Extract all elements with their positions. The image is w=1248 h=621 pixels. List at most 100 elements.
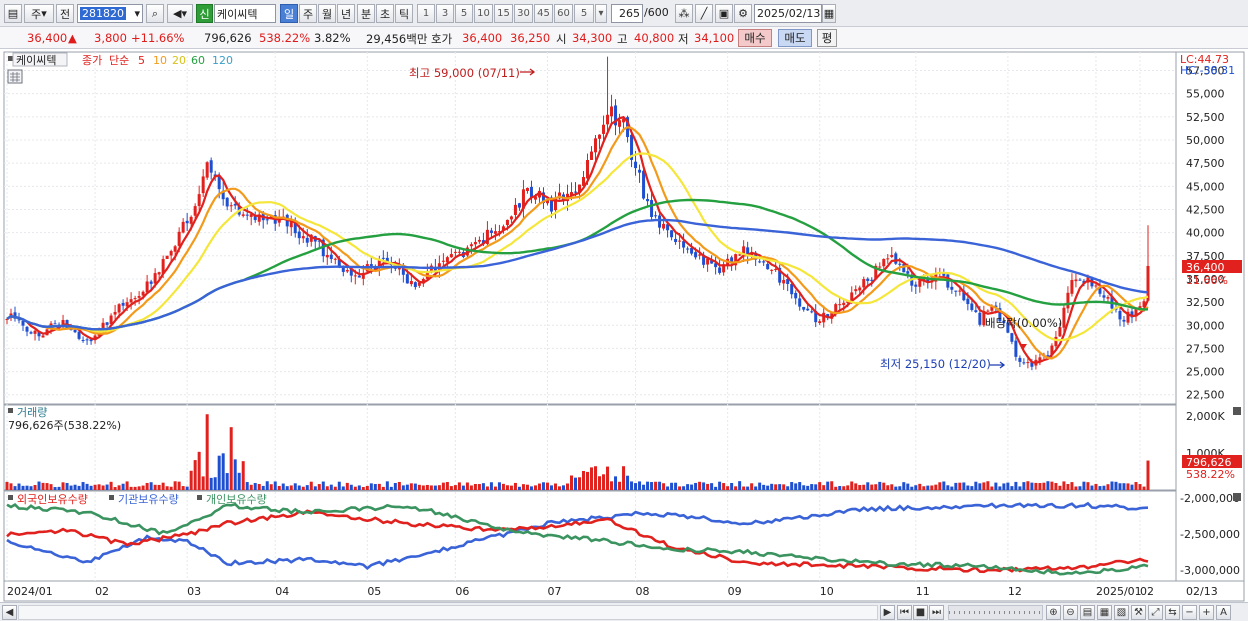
indicator-icon[interactable]: ⁂ xyxy=(675,4,693,23)
tab-tick[interactable]: 틱 xyxy=(395,4,413,23)
volume-bar xyxy=(634,483,638,490)
volume-bar xyxy=(938,482,942,490)
chevron-down-icon[interactable]: ▾ xyxy=(595,4,607,23)
volume-bar xyxy=(958,482,962,490)
expand-icon[interactable]: ⤢ xyxy=(1148,605,1163,620)
scroll-left-icon[interactable]: ◀ xyxy=(2,605,17,620)
volume-bar xyxy=(345,482,349,490)
stock-code-input[interactable]: 281820 ▾ xyxy=(77,4,143,23)
candle-body xyxy=(73,329,77,333)
compare-icon[interactable]: ⇆ xyxy=(1165,605,1180,620)
scroll-first-icon[interactable]: ⏮ xyxy=(897,605,912,620)
volume-bar xyxy=(986,481,990,490)
interval-15[interactable]: 15 xyxy=(494,4,513,23)
volume-bar xyxy=(1082,481,1086,490)
window-menu-icon[interactable]: ▤ xyxy=(4,4,22,23)
prev-button[interactable]: 전 xyxy=(56,4,74,23)
calendar-icon[interactable]: ▦ xyxy=(822,4,836,23)
draw-line-icon[interactable]: ╱ xyxy=(695,4,713,23)
sell-button[interactable]: 매도 xyxy=(778,29,812,47)
volume-bar xyxy=(962,482,966,490)
candle-body xyxy=(121,302,125,306)
volume-bar xyxy=(541,482,545,490)
volume-bar xyxy=(401,485,405,490)
candle-body xyxy=(598,134,602,139)
search-icon[interactable]: ⌕ xyxy=(146,4,164,23)
candle-body xyxy=(181,221,185,233)
legend-ma60: 60 xyxy=(191,54,205,67)
x-tick-label: 02 xyxy=(1140,585,1154,598)
volume-bar xyxy=(966,485,970,490)
volume-bar xyxy=(1058,485,1062,490)
volume-bar xyxy=(854,483,858,490)
scroll-right-icon[interactable]: ▶ xyxy=(880,605,895,620)
stock-name-field[interactable]: 케이씨텍 xyxy=(214,4,276,23)
candle-body xyxy=(1014,340,1018,357)
candle-body xyxy=(978,312,982,325)
speaker-icon[interactable]: ◀▾ xyxy=(167,4,193,23)
low-price: 34,100 xyxy=(694,31,735,45)
interval-5[interactable]: 5 xyxy=(455,4,473,23)
candle-body xyxy=(774,268,778,270)
volume-bar xyxy=(341,486,345,490)
volume-panel-close-icon[interactable] xyxy=(1233,407,1241,415)
volume-bar xyxy=(1002,483,1006,490)
volume-bar xyxy=(485,486,489,490)
chevron-down-icon[interactable]: ▾ xyxy=(134,7,142,20)
candle-body xyxy=(1010,333,1014,342)
interval-custom[interactable]: 5 xyxy=(574,4,594,23)
balance-button[interactable]: 평 xyxy=(817,29,837,47)
candle-body xyxy=(606,114,610,125)
bar-count-input[interactable]: 265 xyxy=(611,4,643,23)
legend-ma20: 20 xyxy=(172,54,186,67)
volume-bar xyxy=(181,486,185,490)
tile-icon[interactable]: ▧ xyxy=(1114,605,1129,620)
zoom-in-icon[interactable]: ⊕ xyxy=(1046,605,1061,620)
tool-icon[interactable]: ⚒ xyxy=(1131,605,1146,620)
stock-chart[interactable]: 22,50025,00027,50030,00032,50035,00037,5… xyxy=(0,50,1248,602)
volume-bar xyxy=(525,484,529,490)
volume-bar xyxy=(321,481,325,490)
holdings-panel-close-icon[interactable] xyxy=(1233,493,1241,501)
volume-bar xyxy=(373,484,377,490)
volume-bar xyxy=(830,481,834,490)
tab-weekly[interactable]: 주 xyxy=(299,4,317,23)
interval-45[interactable]: 45 xyxy=(534,4,553,23)
volume-bar xyxy=(930,485,934,490)
volume-bar xyxy=(642,484,646,490)
period-type-select[interactable]: 주 ▾ xyxy=(24,4,54,23)
interval-3[interactable]: 3 xyxy=(436,4,454,23)
grid-icon[interactable]: ▦ xyxy=(1097,605,1112,620)
candle-body xyxy=(409,280,413,285)
date-input[interactable]: 2025/02/13 xyxy=(754,4,822,23)
candle-body xyxy=(670,230,674,238)
fit-icon[interactable]: ▤ xyxy=(1080,605,1095,620)
plus-icon[interactable]: + xyxy=(1199,605,1214,620)
volume-bar xyxy=(954,482,958,490)
chart-scrollbar[interactable]: ◀ ▶ ⏮ ■ ⏭ ⊕ ⊖ ▤ ▦ ▧ ⚒ ⤢ ⇆ − + A xyxy=(0,602,1248,621)
zoom-out-icon[interactable]: ⊖ xyxy=(1063,605,1078,620)
tab-yearly[interactable]: 년 xyxy=(337,4,355,23)
interval-60[interactable]: 60 xyxy=(554,4,573,23)
interval-10[interactable]: 10 xyxy=(474,4,493,23)
zoom-slider[interactable] xyxy=(948,605,1043,620)
volume-bar xyxy=(890,484,894,490)
save-icon[interactable]: ▣ xyxy=(715,4,733,23)
scroll-track[interactable] xyxy=(18,605,878,620)
volume-bar xyxy=(197,451,201,490)
font-size-icon[interactable]: A xyxy=(1216,605,1231,620)
interval-30[interactable]: 30 xyxy=(514,4,533,23)
tab-minute[interactable]: 분 xyxy=(357,4,375,23)
calculator-icon[interactable] xyxy=(7,69,23,84)
stop-icon[interactable]: ■ xyxy=(913,605,928,620)
scroll-last-icon[interactable]: ⏭ xyxy=(929,605,944,620)
minus-icon[interactable]: − xyxy=(1182,605,1197,620)
tab-second[interactable]: 초 xyxy=(376,4,394,23)
tab-daily[interactable]: 일 xyxy=(280,4,298,23)
interval-1[interactable]: 1 xyxy=(417,4,435,23)
buy-button[interactable]: 매수 xyxy=(738,29,772,47)
gear-icon[interactable]: ⚙ xyxy=(734,4,752,23)
volume-bar xyxy=(1098,486,1102,490)
tab-monthly[interactable]: 월 xyxy=(318,4,336,23)
volume-bar xyxy=(1006,482,1010,490)
